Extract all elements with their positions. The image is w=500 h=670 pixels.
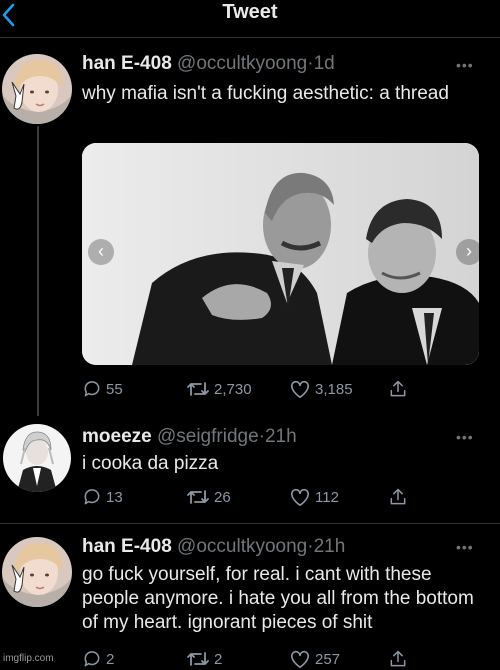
heart-icon <box>291 380 309 398</box>
share-button[interactable] <box>388 378 408 400</box>
tweet-actions: 13 26 112 <box>82 486 482 508</box>
reply-count: 13 <box>106 488 123 506</box>
retweet-icon <box>187 490 209 504</box>
user-handle[interactable]: @occultkyoong <box>177 53 307 74</box>
display-name[interactable]: han E-408 <box>82 536 172 557</box>
carousel-next-button[interactable]: › <box>456 239 479 265</box>
like-count: 257 <box>315 650 341 668</box>
display-name[interactable]: han E-408 <box>82 53 172 74</box>
more-options-icon[interactable]: ••• <box>456 430 474 444</box>
divider <box>0 523 500 524</box>
like-count: 112 <box>315 488 339 506</box>
page-title: Tweet <box>222 1 278 23</box>
tweet-header: han E-408 @occultkyoong·21h <box>82 536 345 558</box>
share-icon <box>390 650 406 667</box>
avatar[interactable] <box>2 537 72 607</box>
share-icon <box>390 488 406 505</box>
reply-icon <box>84 381 100 397</box>
tweet-text: i cooka da pizza <box>82 453 219 474</box>
retweet-count: 26 <box>214 488 231 506</box>
tweet-text: why mafia isn't a fucking aesthetic: a t… <box>82 83 449 104</box>
tweet-photo[interactable]: ‹ › <box>82 143 479 365</box>
user-handle[interactable]: @seigfridge <box>157 426 259 447</box>
carousel-prev-button[interactable]: ‹ <box>88 239 114 265</box>
thread-line <box>37 126 39 416</box>
share-icon <box>390 380 406 397</box>
reply-count: 2 <box>106 650 115 668</box>
reply-icon <box>84 489 100 505</box>
timestamp[interactable]: 1d <box>314 53 335 74</box>
reply-count: 55 <box>106 380 123 398</box>
retweet-button[interactable]: 26 <box>186 486 231 508</box>
like-button[interactable]: 3,185 <box>289 378 353 400</box>
reply-button[interactable]: 55 <box>82 378 123 400</box>
like-count: 3,185 <box>315 380 353 398</box>
tweet-text: go fuck yourself, for real. i cant with … <box>82 564 474 633</box>
display-name[interactable]: moeeze <box>82 426 152 447</box>
reply-button[interactable]: 13 <box>82 486 123 508</box>
more-options-icon[interactable]: ••• <box>456 58 474 72</box>
retweet-icon <box>187 652 209 666</box>
user-handle[interactable]: @occultkyoong <box>177 536 307 557</box>
retweet-count: 2 <box>214 650 223 668</box>
retweet-icon <box>187 382 209 396</box>
tweet-header: han E-408 @occultkyoong·1d <box>82 53 335 75</box>
more-options-icon[interactable]: ••• <box>456 540 474 554</box>
like-button[interactable]: 112 <box>289 486 339 508</box>
tweet-actions: 55 2,730 3,185 <box>82 378 482 400</box>
retweet-count: 2,730 <box>214 380 252 398</box>
tweet-header: moeeze @seigfridge·21h <box>82 426 297 448</box>
watermark: imgflip.com <box>3 653 54 664</box>
top-bar: Tweet <box>0 0 500 38</box>
heart-icon <box>291 650 309 668</box>
timestamp[interactable]: 21h <box>265 426 297 447</box>
share-button[interactable] <box>388 486 408 508</box>
avatar[interactable] <box>2 54 72 124</box>
avatar[interactable] <box>3 424 71 492</box>
retweet-button[interactable]: 2,730 <box>186 378 252 400</box>
timestamp[interactable]: 21h <box>314 536 346 557</box>
heart-icon <box>291 488 309 506</box>
reply-icon <box>84 651 100 667</box>
